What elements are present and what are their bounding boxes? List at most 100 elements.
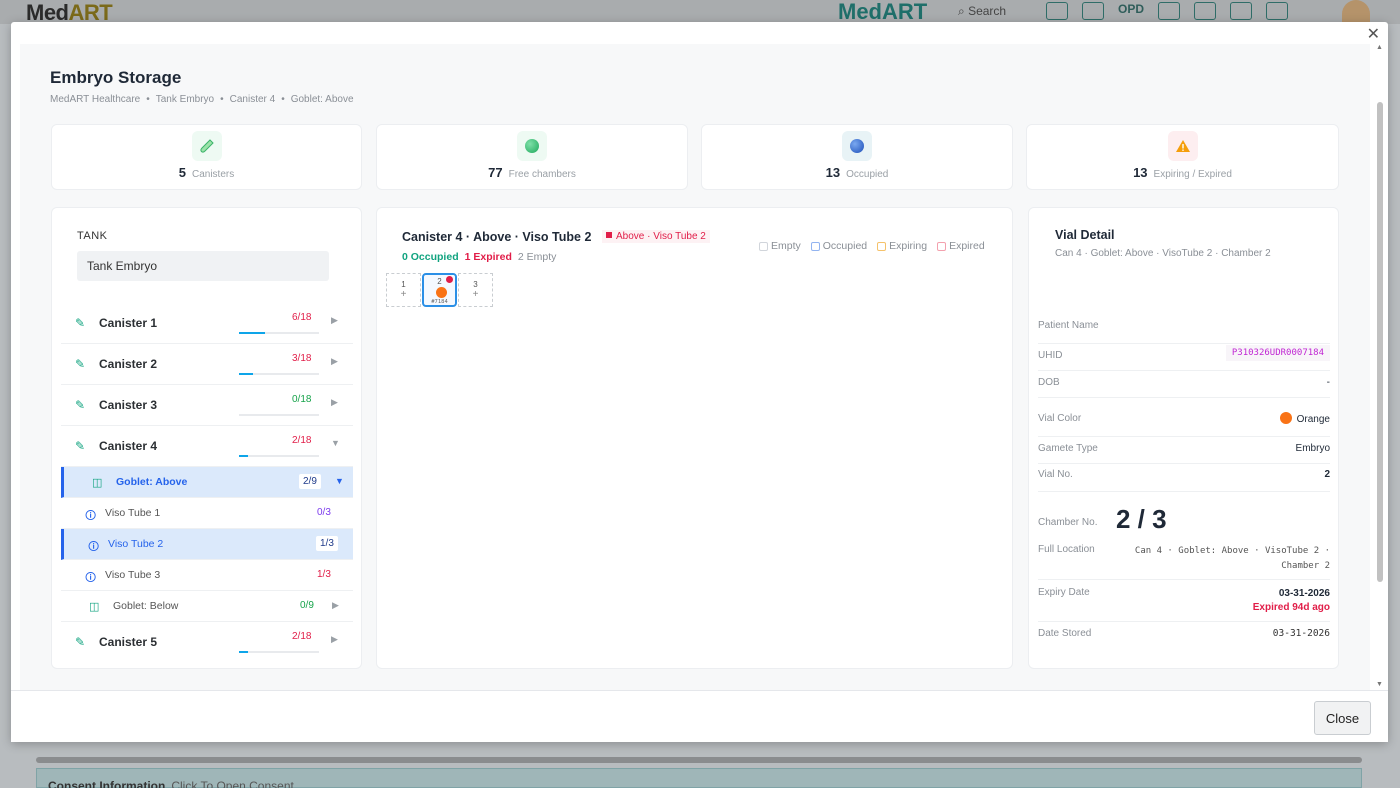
chevron-right-icon[interactable]: ▶ [331,634,338,645]
chamber-summary: 0 Occupied 1 Expired 2 Empty [402,251,557,263]
tube-count: 0/3 [313,505,335,520]
full-location-row: Full Location Can 4 · Goblet: Above · Vi… [1038,540,1330,580]
chamber-number: 2 / 3 [1116,504,1167,534]
chamber-panel: Canister 4 · Above · Viso Tube 2 Above ·… [376,207,1013,669]
chevron-down-icon[interactable]: ▼ [331,438,340,448]
orange-dot-icon [1279,412,1292,424]
chamber-grid: 1 + 2 #7184 3 + [386,273,493,307]
opd-link[interactable]: OPD [1118,2,1144,20]
canister-count: 0/18 [288,392,316,407]
avatar[interactable] [1342,0,1370,22]
windows-icon[interactable] [1194,2,1217,20]
modal-footer: Close [11,690,1388,742]
goblet-below-row[interactable]: ◫ Goblet: Below 0/9 ▶ [61,591,353,622]
close-button[interactable]: Close [1314,701,1371,735]
grid-icon[interactable] [1158,2,1181,20]
flag-icon[interactable] [1230,2,1253,20]
fill-bar [239,373,319,375]
canister-row-2[interactable]: ✎ Canister 2 3/18 ▶ [61,344,353,385]
search-box[interactable]: ⌕ Search [958,4,1006,19]
modal-body: Embryo Storage MedART Healthcare • Tank E… [20,44,1370,690]
tube-icon: 🛈 [85,510,97,522]
stat-free-chambers: 77 Free chambers [376,124,688,190]
vial-dot [436,287,447,298]
breadcrumb-item[interactable]: Tank Embryo [156,94,214,105]
tank-select[interactable]: Tank Embryo [77,251,329,281]
goblet-count: 0/9 [296,598,318,613]
chamber-slot-2[interactable]: 2 #7184 [422,273,457,307]
vial-detail-panel: Vial Detail Can 4 · Goblet: Above · Viso… [1028,207,1339,669]
horizontal-scrollbar[interactable] [36,757,1362,763]
legend-expired: Expired [937,240,985,252]
tank-panel: TANK Tank Embryo ✎ Canister 1 6/18 ▶ ✎ C… [51,207,362,669]
bell-icon[interactable] [1266,2,1289,20]
viso-tube-3-row[interactable]: 🛈 Viso Tube 3 1/3 [61,560,353,591]
legend-expiring: Expiring [877,240,927,252]
scroll-thumb[interactable] [1377,102,1383,582]
close-icon[interactable]: ✕ [1367,24,1380,44]
canister-row-5[interactable]: ✎ Canister 5 2/18 ▶ [61,622,353,663]
add-icon[interactable] [1046,2,1068,20]
chevron-down-icon[interactable]: ▼ [335,476,344,486]
chevron-right-icon[interactable]: ▶ [331,315,338,326]
canister-count: 6/18 [288,310,316,325]
gamete-type-row: Gamete Type Embryo [1038,437,1330,464]
app-header: MedART MedART ⌕ Search OPD [0,0,1400,25]
breadcrumb-item[interactable]: MedART Healthcare [50,94,140,105]
viso-tube-2-row[interactable]: 🛈 Viso Tube 2 1/3 [61,529,353,560]
consent-title: Consent Information Click To Open Consent [48,779,294,788]
canister-count: 2/18 [288,433,316,448]
vial-detail-title: Vial Detail [1055,228,1115,242]
fill-bar [239,414,319,416]
header-icons: OPD [1046,2,1289,20]
pen-icon: ✎ [75,357,86,371]
scroll-up-icon[interactable]: ▲ [1376,44,1383,51]
fill-bar [239,455,319,457]
vial-no-row: Vial No. 2 [1038,464,1330,492]
goblet-above-row[interactable]: ◫ Goblet: Above 2/9 ▼ [61,467,353,498]
pen-icon: ✎ [75,398,86,412]
pen-icon: ✎ [75,439,86,453]
search-icon: ⌕ [958,4,965,18]
chevron-right-icon[interactable]: ▶ [332,600,339,611]
canister-row-1[interactable]: ✎ Canister 1 6/18 ▶ [61,303,353,344]
tube-icon: 🛈 [85,572,97,584]
canister-count: 2/18 [288,629,316,644]
pen-icon: ✎ [75,635,86,649]
chevron-right-icon[interactable]: ▶ [331,397,338,408]
embryo-storage-modal: ✕ Embryo Storage MedART Healthcare • Tank… [11,22,1388,742]
fill-bar [239,332,319,334]
plus-icon: + [400,289,407,300]
warning-icon [1167,131,1198,161]
uhid-value[interactable]: P310326UDR0007184 [1225,345,1330,361]
modal-scrollbar[interactable]: ▲ ▼ [1376,44,1385,690]
tank-label: TANK [77,230,108,242]
legend-empty: Empty [759,240,801,252]
scroll-down-icon[interactable]: ▼ [1376,681,1383,688]
position-tag: Above · Viso Tube 2 [602,230,710,243]
chevron-right-icon[interactable]: ▶ [331,356,338,367]
breadcrumb: MedART Healthcare • Tank Embryo • Canister… [50,94,354,105]
fill-bar [239,651,319,653]
goblet-icon: ◫ [89,601,100,613]
canister-row-3[interactable]: ✎ Canister 3 0/18 ▶ [61,385,353,426]
goblet-icon: ◫ [92,477,103,489]
chamber-no-row: Chamber No. 2 / 3 [1038,504,1167,534]
canister-row-4[interactable]: ✎ Canister 4 2/18 ▼ [61,426,353,467]
canister-heading: Canister 4 · Above · Viso Tube 2 [402,230,592,244]
canister-tree: ✎ Canister 1 6/18 ▶ ✎ Canister 2 3/18 ▶ … [61,303,353,663]
tube-count: 1/3 [316,536,338,551]
legend: Empty Occupied Expiring Expired [759,240,985,252]
view-360-icon[interactable] [1082,2,1104,20]
plus-icon: + [472,289,479,300]
breadcrumb-item[interactable]: Goblet: Above [291,94,354,105]
date-stored-row: Date Stored 03-31-2026 [1038,628,1330,639]
chamber-slot-1[interactable]: 1 + [386,273,421,307]
page-title: Embryo Storage [50,68,182,87]
breadcrumb-item[interactable]: Canister 4 [230,94,276,105]
goblet-count: 2/9 [299,474,321,489]
viso-tube-1-row[interactable]: 🛈 Viso Tube 1 0/3 [61,498,353,529]
vial-color-row: Vial Color Orange [1038,410,1330,437]
stat-canisters: 5 Canisters [51,124,362,190]
chamber-slot-3[interactable]: 3 + [458,273,493,307]
